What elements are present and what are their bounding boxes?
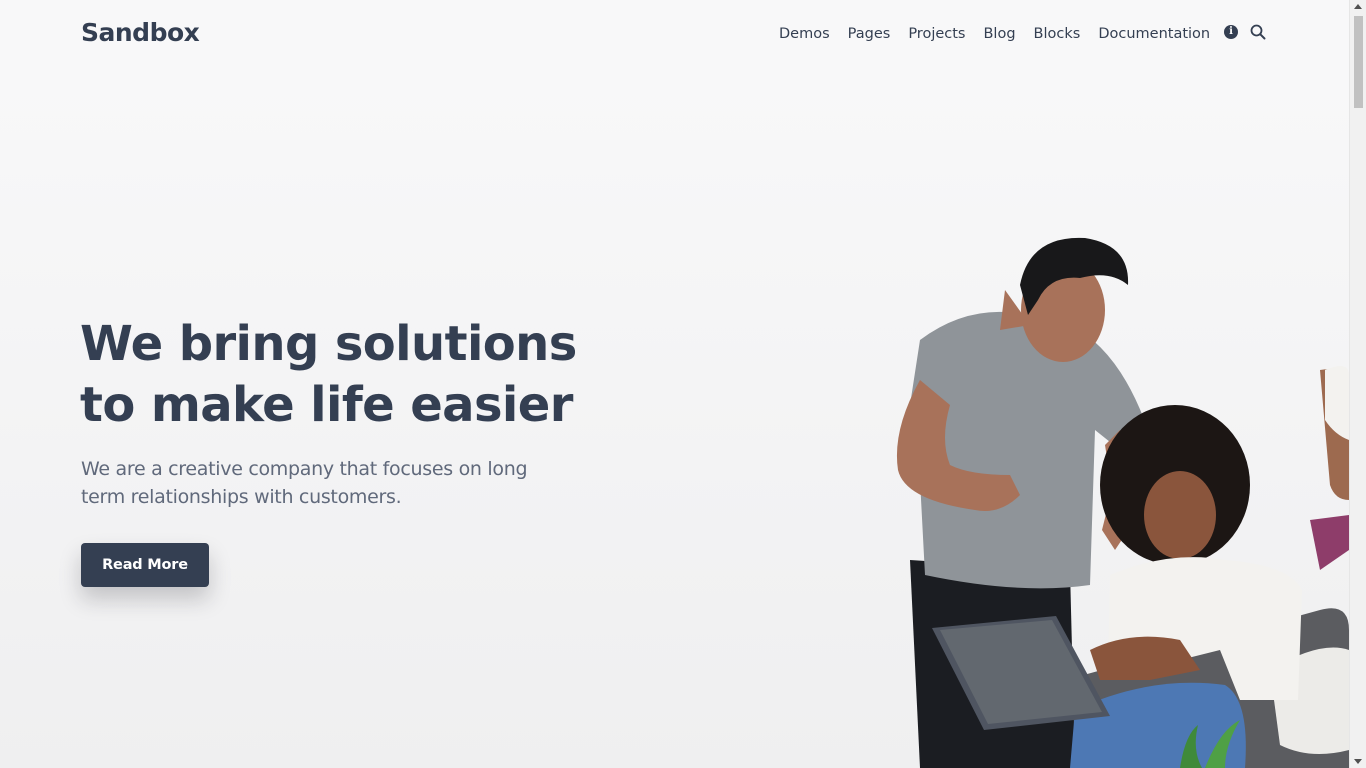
page: Sandbox Demos Pages Projects Blog Blocks…	[0, 0, 1349, 768]
nav-item-pages[interactable]: Pages	[839, 24, 900, 44]
search-icon[interactable]	[1250, 24, 1266, 40]
hero-title: We bring solutions to make life easier	[80, 314, 600, 436]
hero-title-line-2: to make life easier	[80, 377, 573, 433]
read-more-button[interactable]: Read More	[81, 543, 209, 587]
nav-item-blog[interactable]: Blog	[974, 24, 1024, 44]
scrollbar[interactable]	[1349, 0, 1366, 768]
nav-item-demos[interactable]: Demos	[770, 24, 839, 44]
scroll-thumb[interactable]	[1354, 16, 1363, 108]
hero-lead: We are a creative company that focuses o…	[81, 458, 528, 508]
brand-logo[interactable]: Sandbox	[81, 18, 200, 47]
nav-item-projects[interactable]: Projects	[899, 24, 974, 44]
hero-image	[896, 237, 1349, 768]
nav-icons: i	[1224, 24, 1266, 40]
scroll-down-arrow-icon[interactable]	[1354, 759, 1362, 764]
scroll-up-arrow-icon[interactable]	[1354, 4, 1362, 9]
hero-title-line-1: We bring solutions	[80, 316, 577, 372]
nav-item-documentation[interactable]: Documentation	[1089, 24, 1219, 44]
main-nav: Demos Pages Projects Blog Blocks Documen…	[770, 24, 1219, 44]
navbar: Sandbox Demos Pages Projects Blog Blocks…	[0, 0, 1349, 74]
info-icon[interactable]: i	[1224, 25, 1238, 39]
nav-item-blocks[interactable]: Blocks	[1025, 24, 1090, 44]
